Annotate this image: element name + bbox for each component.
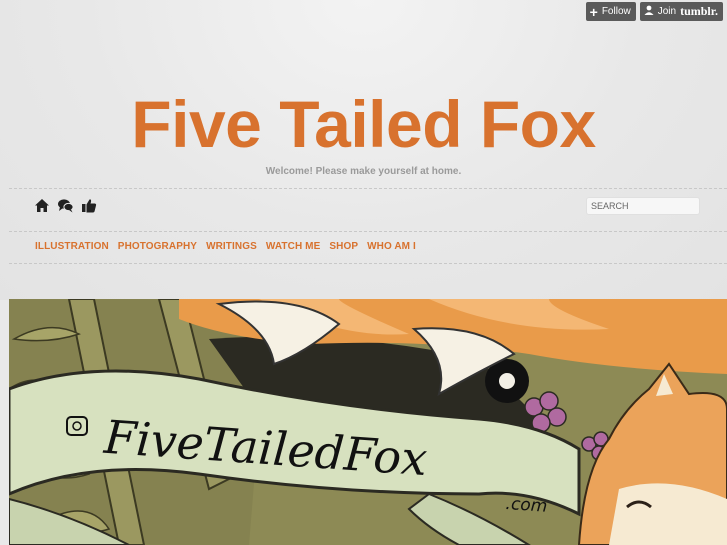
nav-item-writings[interactable]: WRITINGS: [206, 241, 257, 252]
icon-toolbar: [34, 198, 97, 213]
thumbs-up-icon[interactable]: [81, 198, 97, 213]
banner-logo-suffix: .com: [505, 494, 548, 517]
nav-item-who-am-i[interactable]: WHO AM I: [367, 241, 416, 252]
follow-button[interactable]: + Follow: [585, 2, 636, 21]
divider: [9, 188, 727, 189]
main-navigation: ILLUSTRATION PHOTOGRAPHY WRITINGS WATCH …: [35, 241, 416, 252]
chat-bubbles-icon[interactable]: [57, 198, 74, 213]
join-tumblr-button[interactable]: Join tumblr.: [639, 2, 723, 21]
header-banner-illustration: FiveTailedFox .com: [9, 299, 727, 545]
site-tagline: Welcome! Please make yourself at home.: [265, 166, 462, 177]
tumblr-logo: tumblr.: [680, 4, 718, 18]
follow-label: Follow: [601, 6, 631, 17]
user-icon: [644, 5, 654, 18]
site-title[interactable]: Five Tailed Fox: [0, 86, 727, 162]
home-icon[interactable]: [34, 198, 50, 213]
nav-item-watch-me[interactable]: WATCH ME: [266, 241, 321, 252]
divider: [9, 263, 727, 264]
tumblr-controls: + Follow Join tumblr.: [585, 2, 723, 21]
plus-icon: +: [589, 3, 598, 20]
search-input[interactable]: [586, 197, 700, 215]
join-label: Join: [657, 6, 677, 17]
nav-item-illustration[interactable]: ILLUSTRATION: [35, 241, 109, 252]
nav-item-photography[interactable]: PHOTOGRAPHY: [118, 241, 197, 252]
divider: [9, 231, 727, 232]
nav-item-shop[interactable]: SHOP: [329, 241, 358, 252]
